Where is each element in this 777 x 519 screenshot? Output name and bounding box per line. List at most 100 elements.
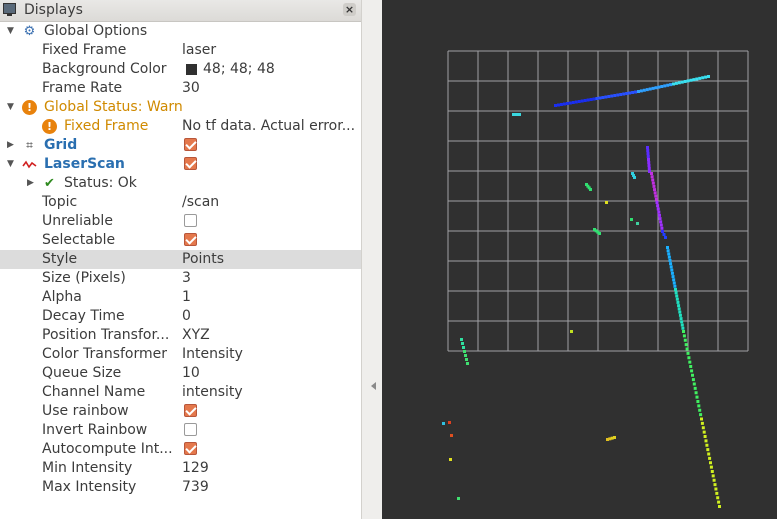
use-rainbow-checkbox[interactable] <box>184 404 197 417</box>
autocompute-checkbox[interactable] <box>184 442 197 455</box>
queue-size-value[interactable]: 10 <box>182 365 200 381</box>
expand-down-icon[interactable]: ▼ <box>7 155 14 174</box>
invert-rainbow-checkbox[interactable] <box>184 423 197 436</box>
tree-row-status-ok[interactable]: ▶ ✔ Status: Ok <box>0 174 361 193</box>
decay-time-label: Decay Time <box>42 308 125 324</box>
viewport-canvas[interactable] <box>382 0 777 519</box>
background-color-value[interactable]: 48; 48; 48 <box>203 61 275 77</box>
tree-row-global-options[interactable]: ▼ ⚙ Global Options <box>0 22 361 41</box>
scan-point <box>660 85 664 88</box>
tree-row-autocompute[interactable]: Autocompute Int... <box>0 440 361 459</box>
tree-row-topic[interactable]: Topic /scan <box>0 193 361 212</box>
status-ok-label: Status: Ok <box>64 175 137 191</box>
tree-row-invert-rainbow[interactable]: Invert Rainbow <box>0 421 361 440</box>
scan-point <box>686 79 690 83</box>
max-intensity-value[interactable]: 739 <box>182 479 209 495</box>
expand-down-icon[interactable]: ▼ <box>7 98 14 117</box>
scan-point <box>574 100 578 104</box>
tree-row-color-transformer[interactable]: Color Transformer Intensity <box>0 345 361 364</box>
3d-viewport[interactable] <box>382 0 777 519</box>
tree-row-style[interactable]: Style Points <box>0 250 361 269</box>
scan-point <box>670 268 674 272</box>
scan-point <box>464 354 467 357</box>
scan-point <box>676 300 680 304</box>
frame-rate-value[interactable]: 30 <box>182 80 200 96</box>
scan-point <box>647 167 651 170</box>
tree-row-fixed-frame-warning[interactable]: ! Fixed Frame No tf data. Actual error..… <box>0 117 361 136</box>
scan-point <box>556 103 560 107</box>
tree-row-grid[interactable]: ▶ ⌗ Grid <box>0 136 361 155</box>
scan-point <box>659 223 663 227</box>
position-transformer-label: Position Transfor... <box>42 327 170 343</box>
color-swatch[interactable] <box>186 64 197 75</box>
scan-point <box>589 98 593 101</box>
scan-point <box>699 413 703 417</box>
scan-point <box>707 452 711 456</box>
scan-point <box>647 164 651 167</box>
scan-point <box>583 99 587 102</box>
laserscan-enabled-checkbox[interactable] <box>184 157 197 170</box>
fixed-frame-value[interactable]: laser <box>182 42 216 58</box>
scan-point <box>681 326 685 330</box>
tree-row-global-status[interactable]: ▼ ! Global Status: Warn <box>0 98 361 117</box>
min-intensity-label: Min Intensity <box>42 460 133 476</box>
expand-right-icon[interactable]: ▶ <box>7 136 14 155</box>
tree-row-max-intensity[interactable]: Max Intensity 739 <box>0 478 361 497</box>
scan-point <box>647 158 650 161</box>
scan-point <box>616 93 620 97</box>
grid-lines <box>447 50 749 352</box>
panel-splitter[interactable] <box>361 0 383 519</box>
scan-point <box>656 207 660 211</box>
scan-point <box>605 201 608 204</box>
decay-time-value[interactable]: 0 <box>182 308 191 324</box>
scan-point <box>604 95 608 99</box>
close-icon[interactable]: × <box>343 3 356 16</box>
scan-point <box>559 103 563 106</box>
alpha-value[interactable]: 1 <box>182 289 191 305</box>
tree-row-size[interactable]: Size (Pixels) 3 <box>0 269 361 288</box>
scan-point <box>683 80 687 83</box>
tree-row-frame-rate[interactable]: Frame Rate 30 <box>0 79 361 98</box>
unreliable-checkbox[interactable] <box>184 214 197 227</box>
scan-point <box>698 76 702 80</box>
tree-row-laserscan[interactable]: ▼ LaserScan <box>0 155 361 174</box>
tree-row-queue-size[interactable]: Queue Size 10 <box>0 364 361 383</box>
scan-point <box>648 87 652 91</box>
background-color-label: Background Color <box>42 61 167 77</box>
fixed-frame-label: Fixed Frame <box>42 42 127 58</box>
scan-point <box>630 218 633 221</box>
position-transformer-value[interactable]: XYZ <box>182 327 210 343</box>
monitor-icon <box>3 3 16 16</box>
tree-row-background-color[interactable]: Background Color 48; 48; 48 <box>0 60 361 79</box>
selectable-label: Selectable <box>42 232 116 248</box>
tree-row-min-intensity[interactable]: Min Intensity 129 <box>0 459 361 478</box>
topic-value[interactable]: /scan <box>182 194 219 210</box>
scan-point <box>586 98 590 102</box>
expand-down-icon[interactable]: ▼ <box>7 22 14 41</box>
tree-row-channel-name[interactable]: Channel Name intensity <box>0 383 361 402</box>
scan-point <box>674 291 678 295</box>
scan-point <box>657 85 661 89</box>
tree-row-fixed-frame[interactable]: Fixed Frame laser <box>0 41 361 60</box>
tree-row-decay-time[interactable]: Decay Time 0 <box>0 307 361 326</box>
scan-point <box>633 176 636 179</box>
scan-point <box>703 435 707 438</box>
channel-name-value[interactable]: intensity <box>182 384 243 400</box>
tree-row-unreliable[interactable]: Unreliable <box>0 212 361 231</box>
expand-right-icon[interactable]: ▶ <box>27 174 34 193</box>
scan-point <box>660 226 664 230</box>
tree-row-selectable[interactable]: Selectable <box>0 231 361 250</box>
tree-row-alpha[interactable]: Alpha 1 <box>0 288 361 307</box>
collapse-arrow-icon[interactable] <box>371 382 376 390</box>
grid-enabled-checkbox[interactable] <box>184 138 197 151</box>
scan-point <box>653 188 657 192</box>
tree-row-position-transformer[interactable]: Position Transfor... XYZ <box>0 326 361 345</box>
tree-row-use-rainbow[interactable]: Use rainbow <box>0 402 361 421</box>
style-value[interactable]: Points <box>182 251 224 267</box>
size-value[interactable]: 3 <box>182 270 191 286</box>
scan-point <box>693 386 697 390</box>
min-intensity-value[interactable]: 129 <box>182 460 209 476</box>
scan-point <box>642 88 646 92</box>
selectable-checkbox[interactable] <box>184 233 197 246</box>
color-transformer-value[interactable]: Intensity <box>182 346 243 362</box>
